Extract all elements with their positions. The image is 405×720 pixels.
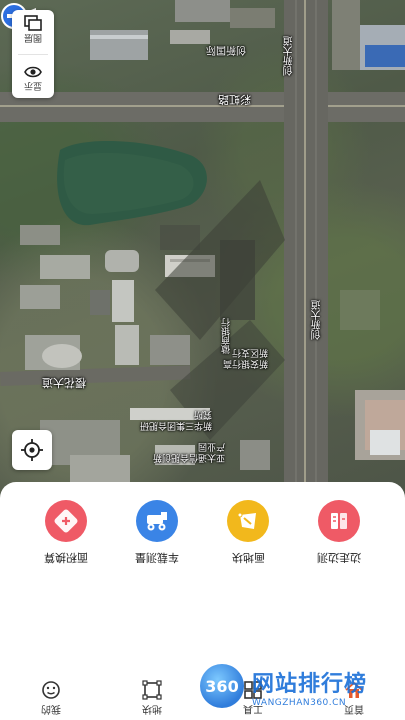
- tool-icon-bg: [135, 500, 178, 542]
- tool-label: 面积换算: [43, 551, 88, 564]
- tool-draw-plot[interactable]: 画地块: [213, 500, 283, 580]
- map-label-poi: 亚太通信合肥创新产业园: [152, 441, 225, 462]
- tool-icon-bg: [44, 500, 87, 542]
- tab-mine[interactable]: 我的: [21, 680, 81, 718]
- tab-label: 地块: [141, 703, 162, 714]
- layers-label: 图层: [23, 31, 42, 42]
- tab-plot[interactable]: 地块: [122, 680, 182, 718]
- divider: [18, 54, 48, 56]
- tool-label: 边走边测: [317, 551, 362, 564]
- map-label-road: 创新大道: [284, 36, 295, 76]
- display-label: 显示: [23, 80, 42, 91]
- vehicle-measure-icon: [146, 512, 167, 531]
- satellite-map[interactable]: 彩虹路 创新国际 创新大道 创新大道 樱花大道 徽商银行 新安银行高新区支行 新…: [0, 0, 405, 500]
- home-icon: [345, 681, 363, 698]
- tool-grid: 面积换算 车载测量 画地块 边走边测: [0, 500, 405, 580]
- tools-sheet: 面积换算 车载测量 画地块 边走边测 我的 地块 工具 首页: [0, 482, 405, 720]
- map-control-panel: 图层 显示: [12, 10, 54, 98]
- tool-label: 车载测量: [134, 551, 179, 564]
- plot-icon: [142, 680, 162, 700]
- eye-icon: [24, 66, 42, 78]
- tab-tools[interactable]: 工具: [223, 680, 283, 718]
- map-label-poi: 创新国际: [206, 44, 246, 55]
- tool-walk-measure[interactable]: 边走边测: [304, 500, 374, 580]
- tab-home[interactable]: 首页: [324, 680, 384, 718]
- map-label-poi: 新安银行高新区支行: [222, 347, 268, 368]
- tool-area-convert[interactable]: 面积换算: [31, 500, 101, 580]
- layers-button[interactable]: 图层: [24, 15, 42, 45]
- map-label-poi: 新华三集团合肥研究所: [139, 409, 212, 430]
- area-convert-icon: [54, 509, 78, 533]
- profile-face-icon: [41, 681, 60, 699]
- draw-plot-icon: [237, 512, 257, 529]
- walk-measure-icon: [331, 513, 348, 529]
- tool-icon-bg: [227, 500, 270, 542]
- tool-vehicle-measure[interactable]: 车载测量: [122, 500, 192, 580]
- tab-label: 首页: [344, 703, 365, 714]
- locate-button[interactable]: [12, 430, 52, 470]
- bottom-tab-bar: 我的 地块 工具 首页: [0, 678, 405, 720]
- tools-grid-icon: [244, 681, 262, 699]
- display-button[interactable]: 显示: [24, 65, 42, 93]
- tab-label: 我的: [40, 703, 61, 714]
- map-label-road: 彩虹路: [218, 93, 251, 106]
- map-label-road: 创新大道: [312, 300, 323, 340]
- tool-label: 画地块: [231, 551, 265, 564]
- layers-icon: [24, 15, 42, 31]
- tool-icon-bg: [318, 500, 361, 542]
- crosshair-icon: [21, 439, 43, 461]
- tab-label: 工具: [243, 703, 264, 714]
- map-label-road: 樱花大道: [42, 376, 86, 389]
